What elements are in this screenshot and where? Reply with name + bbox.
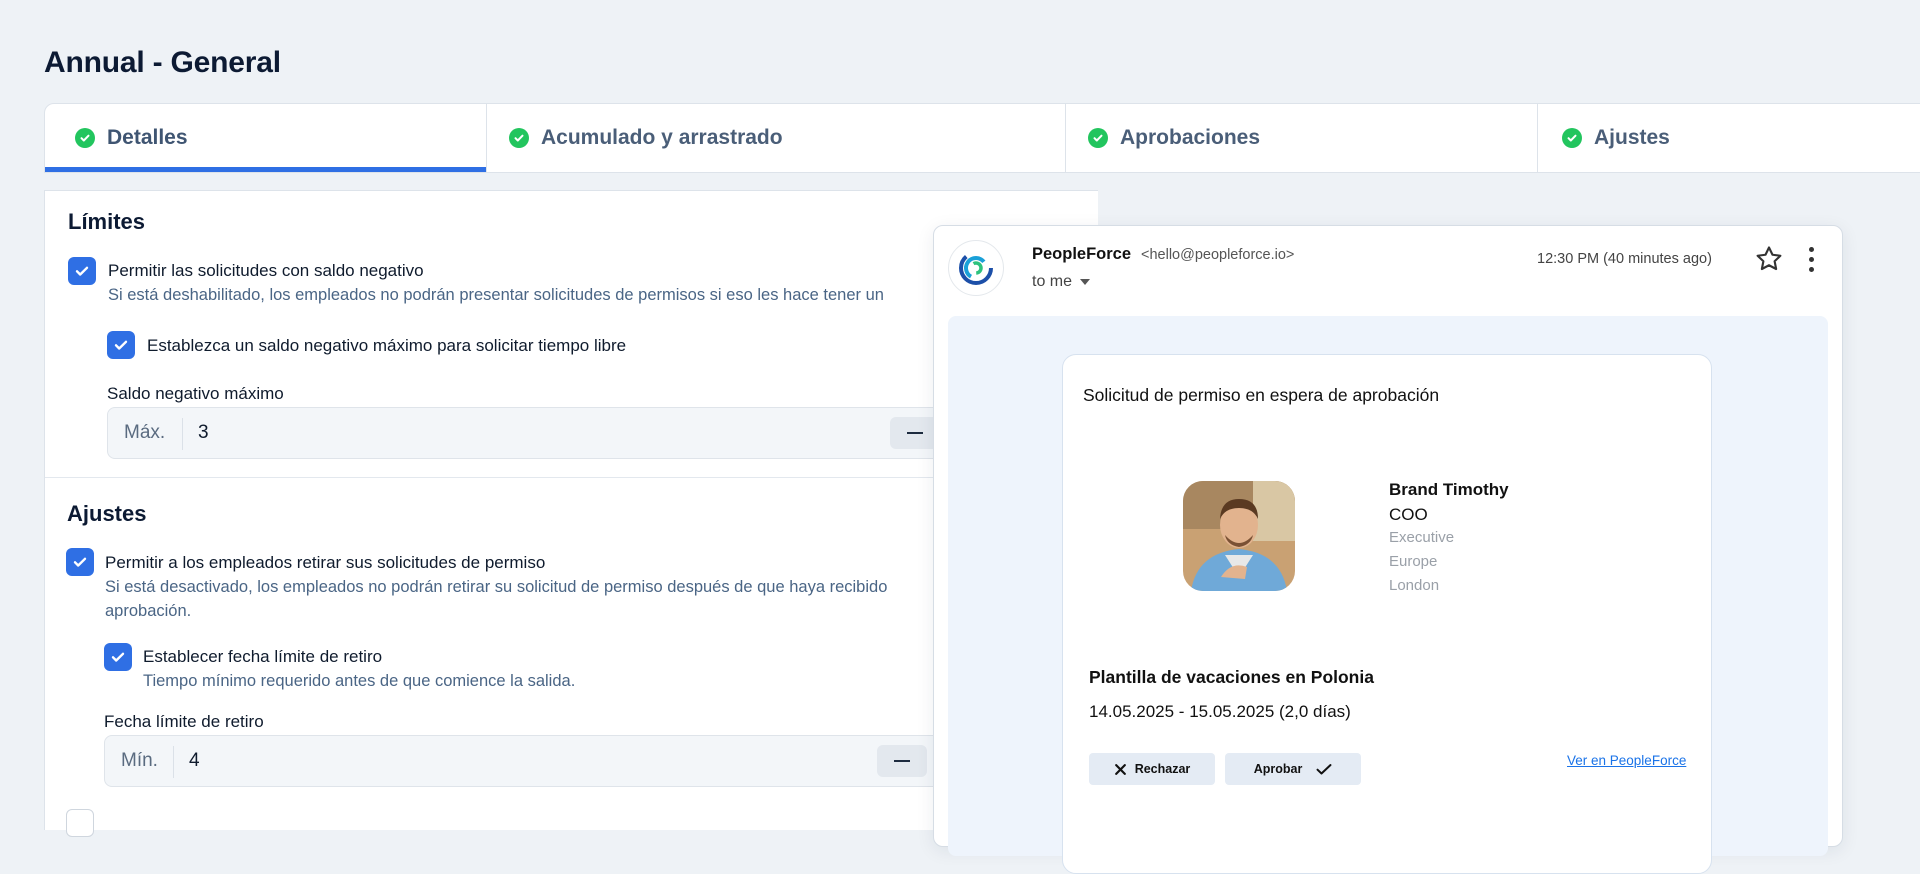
person-role: COO bbox=[1389, 505, 1428, 524]
more-options-icon[interactable] bbox=[1804, 244, 1818, 274]
peopleforce-logo bbox=[948, 240, 1004, 296]
minus-icon bbox=[894, 759, 910, 763]
deadline-input[interactable]: Mín. 4 bbox=[104, 735, 1004, 787]
approval-card: Solicitud de permiso en espera de aproba… bbox=[1062, 354, 1712, 874]
tab-aprobaciones[interactable]: Aprobaciones bbox=[1066, 104, 1538, 172]
minus-icon bbox=[907, 431, 923, 435]
input-separator bbox=[182, 418, 183, 450]
check-circle-icon bbox=[509, 128, 529, 148]
max-negative-label: Establezca un saldo negativo máximo para… bbox=[147, 336, 627, 355]
input-value: 3 bbox=[198, 422, 209, 443]
withdraw-help-line-2: aprobación. bbox=[105, 602, 192, 620]
person-city: London bbox=[1389, 577, 1440, 594]
max-negative-input[interactable]: Máx. 3 bbox=[107, 407, 1007, 459]
email-time: 12:30 PM (40 minutes ago) bbox=[1537, 251, 1712, 267]
tab-detalles[interactable]: Detalles bbox=[45, 104, 487, 172]
tab-label: Acumulado y arrastrado bbox=[541, 126, 783, 149]
negative-balance-label: Permitir las solicitudes con saldo negat… bbox=[108, 261, 424, 280]
max-negative-checkbox[interactable] bbox=[107, 331, 135, 359]
sender-name: PeopleForce bbox=[1032, 245, 1132, 263]
deadline-checkbox[interactable] bbox=[104, 643, 132, 671]
deadline-label: Establecer fecha límite de retiro bbox=[143, 647, 383, 666]
withdraw-checkbox[interactable] bbox=[66, 548, 94, 576]
recipient-label: to me bbox=[1032, 273, 1073, 290]
view-in-peopleforce-link[interactable]: Ver en PeopleForce bbox=[1567, 753, 1686, 768]
check-icon bbox=[1316, 763, 1332, 774]
leave-dates: 14.05.2025 - 15.05.2025 (2,0 días) bbox=[1089, 702, 1351, 721]
close-icon bbox=[1114, 763, 1126, 775]
section-title-limites: Límites bbox=[68, 209, 146, 234]
check-circle-icon bbox=[1562, 128, 1582, 148]
partial-checkbox[interactable] bbox=[66, 809, 94, 837]
input-separator bbox=[173, 746, 174, 778]
tab-acumulado[interactable]: Acumulado y arrastrado bbox=[487, 104, 1066, 172]
star-icon[interactable] bbox=[1754, 244, 1784, 274]
deadline-field-label: Fecha límite de retiro bbox=[104, 712, 264, 731]
check-circle-icon bbox=[1088, 128, 1108, 148]
tab-label: Detalles bbox=[107, 126, 188, 149]
policy-name: Plantilla de vacaciones en Polonia bbox=[1089, 667, 1374, 687]
withdraw-help: Si está desactivado, los empleados no po… bbox=[105, 575, 887, 623]
person-region: Europe bbox=[1389, 553, 1438, 570]
caret-down-icon bbox=[1080, 279, 1091, 285]
deadline-help: Tiempo mínimo requerido antes de que com… bbox=[143, 672, 576, 690]
section-title-ajustes: Ajustes bbox=[67, 501, 147, 526]
card-title: Solicitud de permiso en espera de aproba… bbox=[1083, 385, 1440, 405]
recipient-dropdown[interactable]: to me bbox=[1032, 273, 1091, 291]
input-prefix: Máx. bbox=[124, 422, 166, 443]
tab-bar: Detalles Acumulado y arrastrado Aprobaci… bbox=[44, 103, 1920, 173]
tab-label: Aprobaciones bbox=[1120, 126, 1261, 149]
negative-balance-help: Si está deshabilitado, los empleados no … bbox=[108, 286, 884, 304]
max-negative-field-label: Saldo negativo máximo bbox=[107, 384, 284, 403]
avatar bbox=[1183, 481, 1295, 591]
decrement-button[interactable] bbox=[877, 745, 927, 777]
input-value: 4 bbox=[189, 750, 200, 771]
input-prefix: Mín. bbox=[121, 750, 158, 771]
withdraw-label: Permitir a los empleados retirar sus sol… bbox=[105, 553, 546, 572]
approve-label: Aprobar bbox=[1253, 762, 1303, 776]
check-circle-icon bbox=[75, 128, 95, 148]
tab-ajustes[interactable]: Ajustes bbox=[1538, 104, 1920, 172]
person-level: Executive bbox=[1389, 529, 1455, 546]
reject-button[interactable]: Rechazar bbox=[1089, 753, 1215, 785]
email-preview: PeopleForce <hello@peopleforce.io> to me… bbox=[933, 225, 1843, 874]
page-title: Annual - General bbox=[44, 46, 281, 79]
sender-email: <hello@peopleforce.io> bbox=[1141, 247, 1295, 263]
approve-button[interactable]: Aprobar bbox=[1225, 753, 1361, 785]
person-name: Brand Timothy bbox=[1389, 480, 1509, 499]
reject-label: Rechazar bbox=[1134, 762, 1191, 776]
tab-label: Ajustes bbox=[1594, 126, 1670, 149]
negative-balance-checkbox[interactable] bbox=[68, 257, 96, 285]
withdraw-help-line-1: Si está desactivado, los empleados no po… bbox=[105, 578, 888, 596]
email-body: Solicitud de permiso en espera de aproba… bbox=[948, 316, 1828, 874]
